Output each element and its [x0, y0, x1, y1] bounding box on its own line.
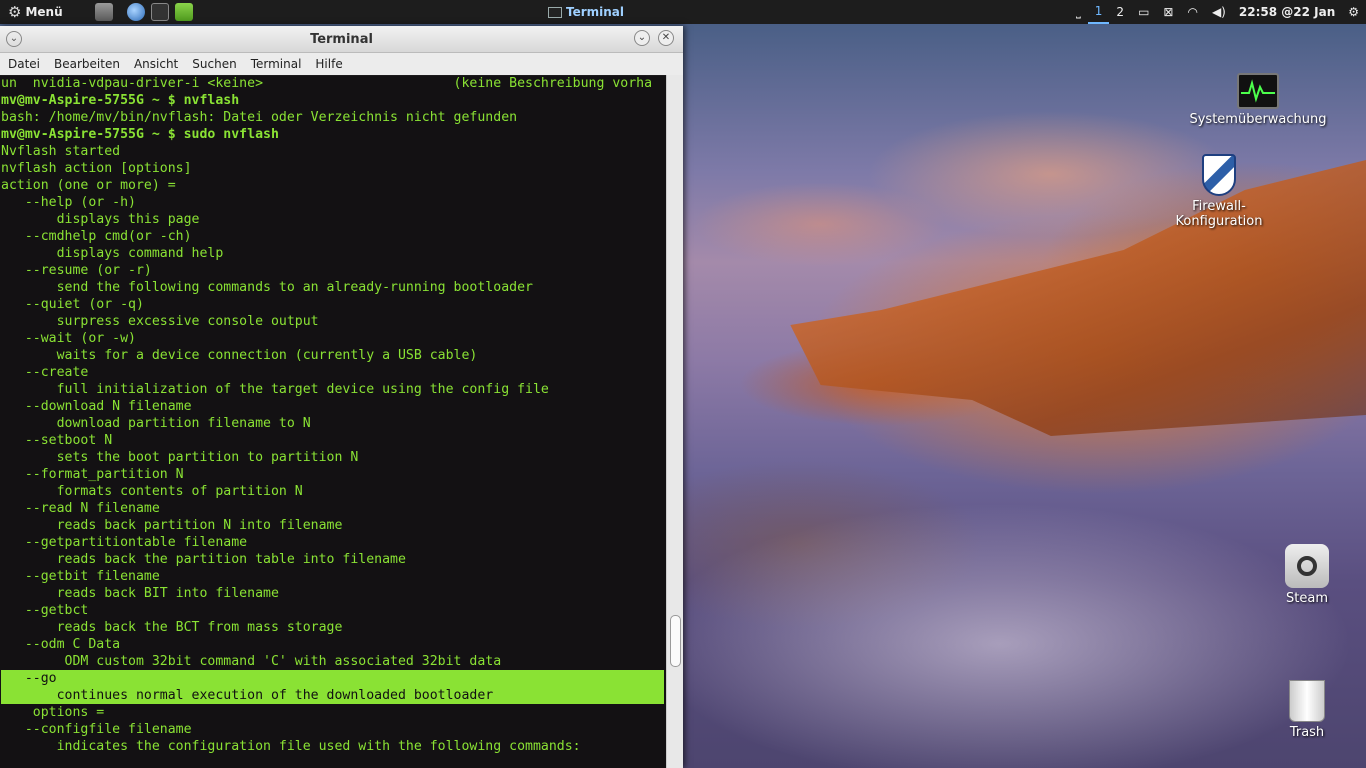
taskbar-terminal-label: Terminal [566, 5, 625, 19]
show-desktop-icon[interactable]: ⎵ [1069, 0, 1088, 24]
menu-datei[interactable]: Datei [1, 57, 47, 71]
desktop-icon-label: Trash [1289, 725, 1325, 740]
terminal-line: --resume (or -r) [1, 263, 152, 278]
scrollbar-thumb[interactable] [670, 615, 681, 667]
terminal-line: reads back the partition table into file… [1, 552, 406, 567]
desktop-icon-trash[interactable]: Trash [1237, 680, 1366, 740]
top-panel: ⚙ Menü Terminal ⎵ 1 2 ▭ ⊠ ◠ ◀) 22:58 @22… [0, 0, 1366, 24]
screen-off-icon[interactable]: ⊠ [1156, 0, 1180, 24]
terminal-line: displays this page [1, 212, 200, 227]
menubar: Datei Bearbeiten Ansicht Suchen Terminal… [0, 53, 683, 76]
menu-ansicht[interactable]: Ansicht [127, 57, 185, 71]
terminal-line: --help (or -h) [1, 195, 136, 210]
terminal-line: --cmdhelp cmd(or -ch) [1, 229, 192, 244]
terminal-line: bash: /home/mv/bin/nvflash: Datei oder V… [1, 110, 518, 125]
terminal-line: sets the boot partition to partition N [1, 450, 359, 465]
file-manager-icon[interactable] [94, 3, 113, 21]
desktop-icon-label: Systemüberwachung [1189, 112, 1327, 127]
workspace-1-button[interactable]: 1 [1087, 0, 1110, 24]
system-monitor-icon[interactable] [150, 3, 169, 21]
terminal-line: reads back BIT into filename [1, 586, 279, 601]
terminal-line: --setboot N [1, 433, 113, 448]
terminal-line: displays command help [1, 246, 224, 261]
terminal-line: --odm C Data [1, 637, 121, 652]
desktop-icon-label: Firewall-Konfiguration [1175, 199, 1263, 229]
terminal-line: --quiet (or -q) [1, 297, 144, 312]
terminal-line: indicates the configuration file used wi… [1, 739, 581, 754]
terminal-line: waits for a device connection (currently… [1, 348, 478, 363]
terminal-line: --go [1, 670, 664, 687]
terminal-line: surpress excessive console output [1, 314, 319, 329]
menu-suchen[interactable]: Suchen [185, 57, 243, 71]
terminal-line: mv@mv-Aspire-5755G ~ $ sudo nvflash [1, 127, 279, 142]
terminal-line: ODM custom 32bit command 'C' with associ… [1, 654, 502, 669]
desktop-icon-systemueberwachung[interactable]: Systemüberwachung [1188, 73, 1328, 127]
folder-icon[interactable] [174, 3, 193, 21]
browser-icon[interactable] [126, 3, 145, 21]
terminal-line: --create [1, 365, 89, 380]
terminal-window: ⌄ Terminal ⌄ ✕ Datei Bearbeiten Ansicht … [0, 26, 683, 768]
menu-hilfe[interactable]: Hilfe [308, 57, 349, 71]
terminal-line: --read N filename [1, 501, 160, 516]
terminal-text: un nvidia-vdpau-driver-i <keine> (keine … [0, 75, 666, 755]
menu-label: Menü [25, 5, 63, 19]
window-titlebar[interactable]: ⌄ Terminal ⌄ ✕ [0, 26, 683, 53]
desktop-icon-steam[interactable]: Steam [1237, 544, 1366, 606]
firewall-shield-icon [1202, 154, 1236, 196]
clock[interactable]: 22:58 @22 Jan [1233, 0, 1341, 24]
terminal-line: reads back the BCT from mass storage [1, 620, 343, 635]
trash-icon [1289, 680, 1325, 722]
terminal-icon [548, 6, 562, 18]
terminal-line: un nvidia-vdpau-driver-i <keine> (keine … [1, 76, 653, 91]
terminal-scrollbar[interactable] [666, 75, 683, 768]
taskbar-terminal-button[interactable]: Terminal [544, 0, 628, 24]
window-menu-icon[interactable]: ⌄ [6, 31, 22, 47]
terminal-line: --getpartitiontable filename [1, 535, 248, 550]
terminal-output[interactable]: un nvidia-vdpau-driver-i <keine> (keine … [0, 75, 666, 768]
terminal-line: --wait (or -w) [1, 331, 136, 346]
terminal-line: send the following commands to an alread… [1, 280, 533, 295]
desktop-icon-firewall[interactable]: Firewall-Konfiguration [1149, 154, 1289, 229]
display-icon[interactable]: ▭ [1131, 0, 1156, 24]
terminal-line: --configfile filename [1, 722, 192, 737]
terminal-line: reads back partition N into filename [1, 518, 343, 533]
close-button[interactable]: ✕ [658, 30, 674, 46]
terminal-line: nvflash action [options] [1, 161, 192, 176]
terminal-line: mv@mv-Aspire-5755G ~ $ nvflash [1, 93, 240, 108]
window-title: Terminal [310, 31, 373, 47]
gear-icon: ⚙ [8, 3, 22, 21]
menu-terminal[interactable]: Terminal [244, 57, 309, 71]
desktop-icon-label: Steam [1286, 591, 1328, 606]
terminal-line: --format_partition N [1, 467, 184, 482]
terminal-line: continues normal execution of the downlo… [1, 687, 664, 704]
terminal-line: --getbit filename [1, 569, 160, 584]
terminal-line: action (one or more) = [1, 178, 176, 193]
terminal-line: full initialization of the target device… [1, 382, 549, 397]
terminal-line: formats contents of partition N [1, 484, 303, 499]
wifi-icon[interactable]: ◠ [1180, 0, 1204, 24]
terminal-line: download partition filename to N [1, 416, 311, 431]
menu-button[interactable]: ⚙ Menü [0, 0, 71, 24]
minimize-button[interactable]: ⌄ [634, 30, 650, 46]
settings-icon[interactable]: ⚙ [1341, 0, 1366, 24]
menu-bearbeiten[interactable]: Bearbeiten [47, 57, 127, 71]
workspace-2-button[interactable]: 2 [1109, 0, 1131, 24]
steam-icon [1285, 544, 1329, 588]
system-tray: ⎵ 1 2 ▭ ⊠ ◠ ◀) 22:58 @22 Jan ⚙ [1069, 0, 1366, 24]
system-monitor-icon [1237, 73, 1279, 109]
terminal-line: --download N filename [1, 399, 192, 414]
terminal-line: options = [1, 705, 105, 720]
terminal-line: --getbct [1, 603, 89, 618]
volume-icon[interactable]: ◀) [1205, 0, 1233, 24]
terminal-line: Nvflash started [1, 144, 121, 159]
